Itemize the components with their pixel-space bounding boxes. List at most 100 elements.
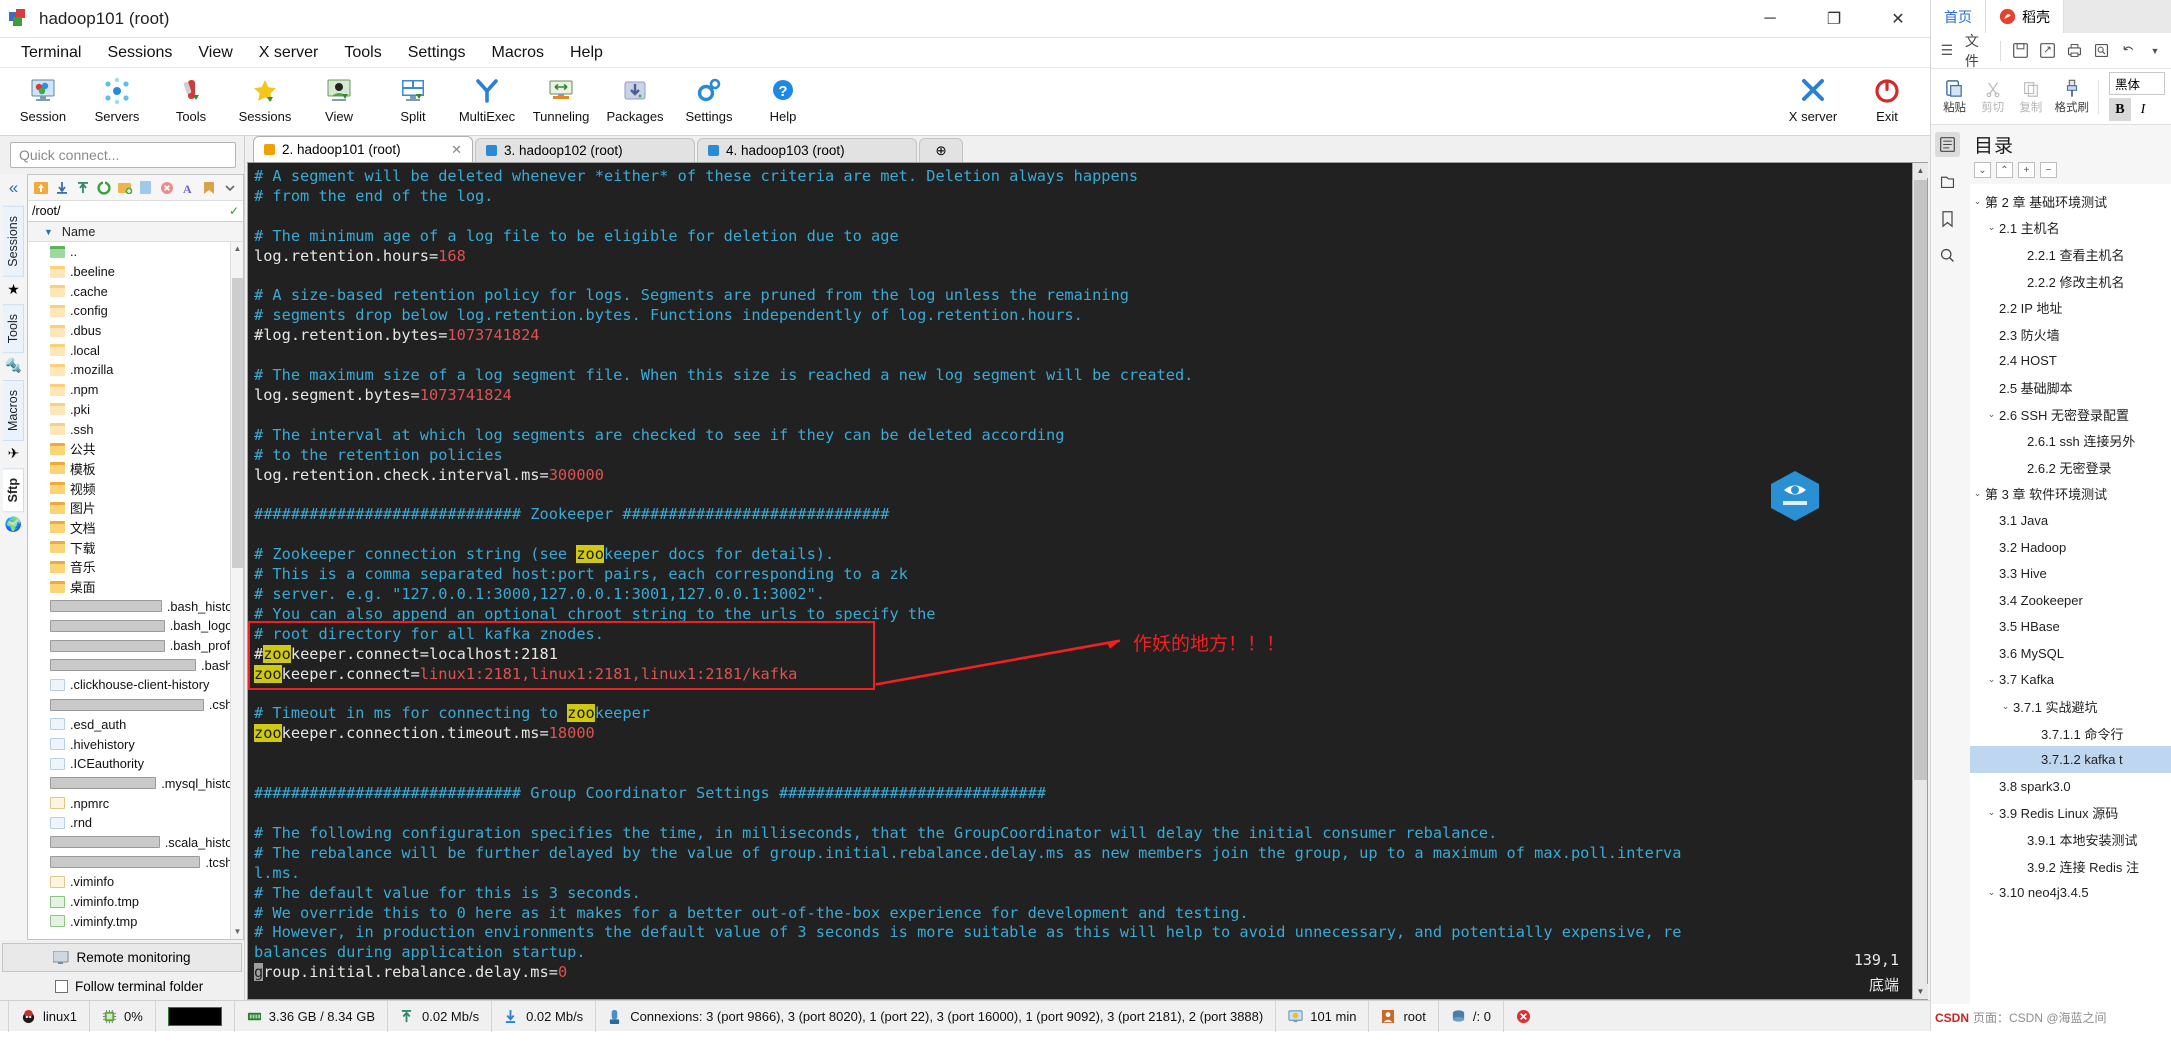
list-item[interactable]: 音乐 [28,557,243,577]
status-item-uptime-monitor[interactable]: 101 min [1276,1000,1370,1032]
list-item[interactable]: .tcshrc [28,852,243,872]
status-item-cpu[interactable]: 0% [90,1000,156,1032]
ribbon-multiexec[interactable]: MultiExec [450,71,524,124]
sections-icon[interactable] [1935,169,1960,194]
list-item[interactable]: .. [28,242,243,262]
delete-icon[interactable] [158,179,176,197]
outline-icon[interactable] [1935,132,1960,157]
wps-tab-daoke[interactable]: 稻壳 [1986,0,2064,33]
list-item[interactable]: 视频 [28,478,243,498]
status-close-button[interactable] [1504,1001,1543,1032]
list-item[interactable]: .ICEauthority [28,754,243,774]
follow-terminal-folder-row[interactable]: Follow terminal folder [0,972,244,1000]
scroll-up-arrow[interactable]: ▲ [231,242,243,256]
ribbon-view[interactable]: View [302,71,376,124]
wps-paste-button[interactable]: 粘贴 [1937,78,1972,115]
status-item-memory[interactable]: 3.36 GB / 8.34 GB [235,1000,388,1032]
ribbon-tunneling[interactable]: Tunneling [524,71,598,124]
list-item[interactable]: 图片 [28,498,243,518]
list-item[interactable]: 文档 [28,518,243,538]
outline-item[interactable]: 3.7.1.1 命令行 [1970,720,2171,747]
outline-item[interactable]: 3.9.1 本地安装测试 [1970,826,2171,853]
terminal-scroll-down[interactable]: ▼ [1913,984,1928,999]
outline-item[interactable]: 2.5 基础脚本 [1970,374,2171,401]
ribbon-xserver[interactable]: X server [1776,71,1850,124]
status-item-network[interactable]: Connexions: 3 (port 9866), 3 (port 8020)… [596,1000,1277,1032]
status-item-user[interactable]: root [1369,1000,1439,1032]
sftp-path-bar[interactable]: /root/ ✓ [28,201,243,222]
outline-item[interactable]: 2.3 防火墙 [1970,321,2171,348]
chevron-down-icon[interactable]: ▼ [2146,40,2164,61]
list-item[interactable]: .ssh [28,419,243,439]
outline-item[interactable]: ⌄ 3.7 Kafka [1970,667,2171,694]
list-item[interactable]: .bash_history [28,596,243,616]
outline-item[interactable]: 2.2.1 查看主机名 [1970,241,2171,268]
ribbon-sessions[interactable]: Sessions [228,71,302,124]
status-item-linux-hat[interactable]: linux1 [8,1000,90,1032]
sidebar-tab-macros[interactable]: Macros [3,379,24,441]
menu-settings[interactable]: Settings [395,40,479,66]
new-folder-icon[interactable] [116,179,134,197]
list-item[interactable]: .pki [28,400,243,420]
list-item[interactable]: .bashrc [28,655,243,675]
outline-item[interactable]: 2.6.2 无密登录 [1970,454,2171,481]
scroll-down-arrow[interactable]: ▼ [231,925,243,939]
outline-list[interactable]: ⌄ 第 2 章 基础环境测试 ⌄ 2.1 主机名 2.2.1 查看主机名 2.2.2 修改… [1970,184,2171,1031]
wps-italic-button[interactable]: I [2133,98,2153,121]
terminal-scrollbar[interactable]: ▲ ▼ [1912,163,1928,999]
list-item[interactable]: .npm [28,380,243,400]
outline-item[interactable]: ⌄ 2.6 SSH 无密登录配置 [1970,401,2171,428]
remote-monitoring-button[interactable]: Remote monitoring [2,943,242,972]
wps-tab-home[interactable]: 首页 [1931,0,1986,33]
file-list-scrollbar[interactable]: ▲ ▼ [230,242,243,939]
ribbon-packages[interactable]: Packages [598,71,672,124]
twisty-icon[interactable]: ⌄ [1970,196,1985,207]
outline-increase-level-button[interactable]: + [2018,162,2035,178]
menu-sessions[interactable]: Sessions [94,40,185,66]
twisty-icon[interactable]: ⌄ [1984,222,1999,233]
new-tab-button[interactable]: ⊕ [919,138,963,162]
up-dir-icon[interactable] [32,179,50,197]
list-item[interactable]: .config [28,301,243,321]
text-mode-icon[interactable]: A [179,179,197,197]
outline-item[interactable]: ⌄ 3.9 Redis Linux 源码 [1970,800,2171,827]
wps-file-label[interactable]: 文件 [1965,31,1989,71]
list-item[interactable]: .viminfy.tmp [28,911,243,931]
list-item[interactable]: 下载 [28,537,243,557]
list-item[interactable]: .dbus [28,321,243,341]
list-item[interactable]: .bash_profile [28,636,243,656]
ribbon-settings[interactable]: Settings [672,71,746,124]
collapse-sidebar-button[interactable]: « [9,178,18,198]
outline-item[interactable]: 3.2 Hadoop [1970,534,2171,561]
outline-item[interactable]: 3.8 spark3.0 [1970,773,2171,800]
wps-bold-button[interactable]: B [2108,98,2131,121]
sidebar-tab-sftp[interactable]: Sftp [3,467,24,513]
outline-item[interactable]: 3.7.1.2 kafka t [1970,746,2171,774]
list-item[interactable]: 公共 [28,439,243,459]
outline-item[interactable]: 3.6 MySQL [1970,640,2171,667]
outline-item[interactable]: 3.4 Zookeeper [1970,587,2171,614]
ribbon-help[interactable]: ? Help [746,71,820,124]
twisty-icon[interactable]: ⌄ [1984,807,1999,818]
list-item[interactable]: 桌面 [28,577,243,597]
outline-item[interactable]: 2.6.1 ssh 连接另外 [1970,427,2171,454]
file-list-header[interactable]: ▼ Name [28,222,243,242]
bookmark-icon[interactable] [1935,206,1960,231]
print-preview-icon[interactable] [2092,40,2110,61]
quick-connect-input[interactable]: Quick connect... [10,142,236,168]
scroll-thumb[interactable] [232,278,243,568]
ribbon-split[interactable]: Split [376,71,450,124]
menu-help[interactable]: Help [557,40,616,66]
outline-item[interactable]: ⌄ 第 2 章 基础环境测试 [1970,188,2171,215]
list-item[interactable]: .clickhouse-client-history [28,675,243,695]
terminal-scroll-thumb[interactable] [1914,180,1927,780]
list-item[interactable]: .local [28,340,243,360]
list-item[interactable]: .scala_history [28,833,243,853]
outline-item[interactable]: ⌄ 3.10 neo4j3.4.5 [1970,879,2171,906]
outline-decrease-level-button[interactable]: − [2040,162,2057,178]
twisty-icon[interactable]: ⌄ [1984,674,1999,685]
status-item-upload-arrow[interactable]: 0.02 Mb/s [388,1000,493,1032]
list-item[interactable]: 模板 [28,459,243,479]
download-icon[interactable] [53,179,71,197]
terminal-tab-hadoop102[interactable]: 3. hadoop102 (root) [475,138,695,162]
